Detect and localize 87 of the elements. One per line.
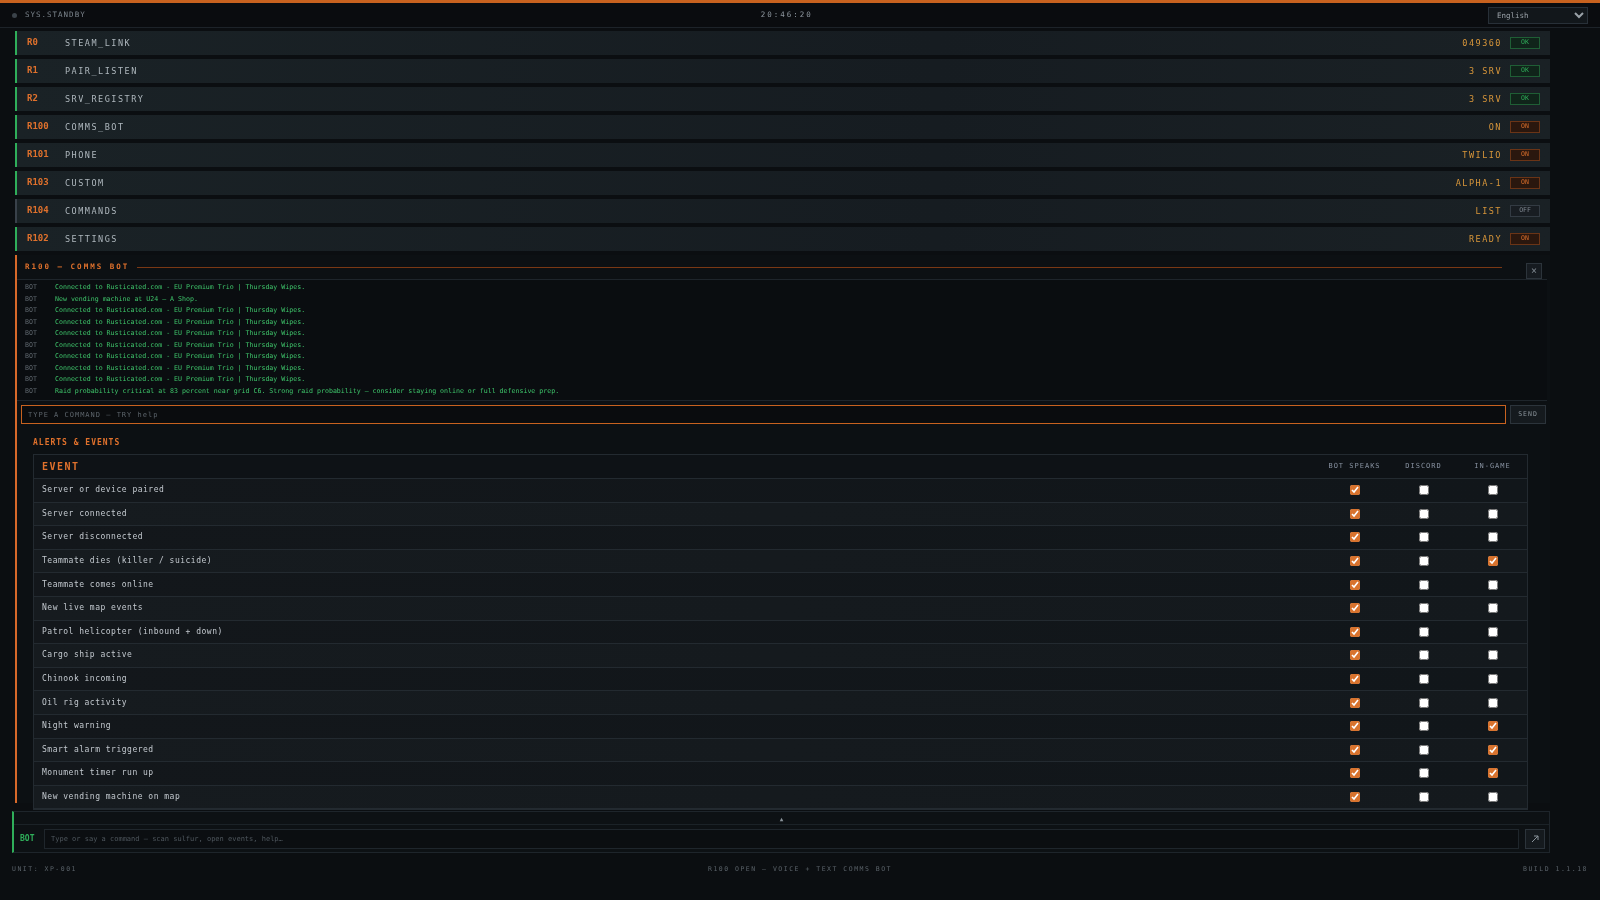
module-name: PHONE — [65, 148, 100, 162]
event-name: Server disconnected — [42, 531, 144, 544]
event-name: Patrol helicopter (inbound + down) — [42, 625, 224, 638]
event-name: Monument timer run up — [42, 767, 155, 780]
module-name: CUSTOM — [65, 176, 106, 190]
checkbox[interactable] — [1418, 697, 1429, 708]
checkbox[interactable] — [1349, 626, 1360, 637]
event-name: Server connected — [42, 507, 129, 520]
checkbox[interactable] — [1349, 650, 1360, 661]
checkbox[interactable] — [1487, 603, 1498, 614]
checkbox[interactable] — [1487, 532, 1498, 543]
checkbox[interactable] — [1349, 532, 1360, 543]
checkbox[interactable] — [1349, 603, 1360, 614]
event-name: New live map events — [42, 602, 144, 615]
event-name: Oil rig activity — [42, 696, 129, 709]
close-button[interactable]: × — [1526, 263, 1542, 279]
checkbox[interactable] — [1418, 650, 1429, 661]
checkbox[interactable] — [1418, 532, 1429, 543]
module-name: COMMANDS — [65, 204, 119, 218]
bot-label: BOT — [19, 833, 36, 845]
module-code: R100 — [27, 120, 50, 134]
status-dot-icon — [12, 12, 17, 18]
send-button[interactable] — [1525, 829, 1545, 849]
checkbox[interactable] — [1349, 768, 1360, 779]
checkbox[interactable] — [1349, 674, 1360, 685]
event-name: Server or device paired — [42, 484, 166, 497]
checkbox[interactable] — [1349, 697, 1360, 708]
checkbox[interactable] — [1418, 768, 1429, 779]
module-code: R1 — [27, 64, 39, 78]
checkbox[interactable] — [1418, 626, 1429, 637]
event-name: Teammate dies (killer / suicide) — [42, 555, 214, 568]
module-value: 3 SRV — [1468, 92, 1502, 106]
module-name: STEAM_LINK — [65, 36, 133, 50]
checkbox[interactable] — [1487, 650, 1498, 661]
event-name: Smart alarm triggered — [42, 743, 155, 756]
event-name: Teammate comes online — [42, 578, 155, 591]
checkbox[interactable] — [1487, 626, 1498, 637]
module-name: SRV_REGISTRY — [65, 92, 146, 106]
module-code: R103 — [27, 176, 50, 190]
event-name: New vending machine on map — [42, 791, 182, 803]
section-title: ALERTS & EVENTS — [33, 437, 121, 449]
checkbox[interactable] — [1418, 556, 1429, 567]
checkbox[interactable] — [1418, 579, 1429, 590]
checkbox[interactable] — [1487, 485, 1498, 496]
event-name: Cargo ship active — [42, 649, 134, 662]
checkbox[interactable] — [1349, 556, 1360, 567]
checkbox[interactable] — [1349, 744, 1360, 755]
checkbox[interactable] — [1487, 674, 1498, 685]
checkbox[interactable] — [1418, 674, 1429, 685]
checkbox[interactable] — [1418, 603, 1429, 614]
module-code: R104 — [27, 204, 50, 218]
checkbox[interactable] — [1487, 792, 1498, 802]
checkbox[interactable] — [1418, 744, 1429, 755]
checkbox[interactable] — [1487, 579, 1498, 590]
checkbox[interactable] — [1418, 792, 1429, 802]
send-icon — [1531, 835, 1539, 843]
column-header: EVENT — [42, 460, 81, 474]
checkbox[interactable] — [1487, 556, 1498, 567]
module-value: 3 SRV — [1468, 64, 1502, 78]
module-code: R101 — [27, 148, 50, 162]
checkbox[interactable] — [1418, 721, 1429, 732]
checkbox[interactable] — [1349, 792, 1360, 802]
checkbox[interactable] — [1487, 697, 1498, 708]
checkbox[interactable] — [1349, 579, 1360, 590]
module-code: R0 — [27, 36, 39, 50]
module-value: TWILIO — [1462, 148, 1502, 162]
checkbox[interactable] — [1418, 508, 1429, 519]
module-value: READY — [1468, 232, 1502, 246]
checkbox[interactable] — [1487, 508, 1498, 519]
module-value: 049360 — [1462, 36, 1502, 50]
checkbox[interactable] — [1349, 508, 1360, 519]
checkbox[interactable] — [1349, 721, 1360, 732]
module-value: ON — [1488, 120, 1502, 134]
checkbox[interactable] — [1418, 485, 1429, 496]
checkbox[interactable] — [1487, 721, 1498, 732]
module-code: R2 — [27, 92, 39, 106]
module-code: R102 — [27, 232, 50, 246]
checkbox[interactable] — [1487, 768, 1498, 779]
module-name: SETTINGS — [65, 232, 119, 246]
module-value: LIST — [1475, 204, 1502, 218]
module-value: ALPHA-1 — [1455, 176, 1502, 190]
module-name: PAIR_LISTEN — [65, 64, 139, 78]
module-name: COMMS_BOT — [65, 120, 126, 134]
checkbox[interactable] — [1349, 485, 1360, 496]
event-name: Chinook incoming — [42, 673, 129, 686]
checkbox[interactable] — [1487, 744, 1498, 755]
event-name: Night warning — [42, 720, 113, 733]
